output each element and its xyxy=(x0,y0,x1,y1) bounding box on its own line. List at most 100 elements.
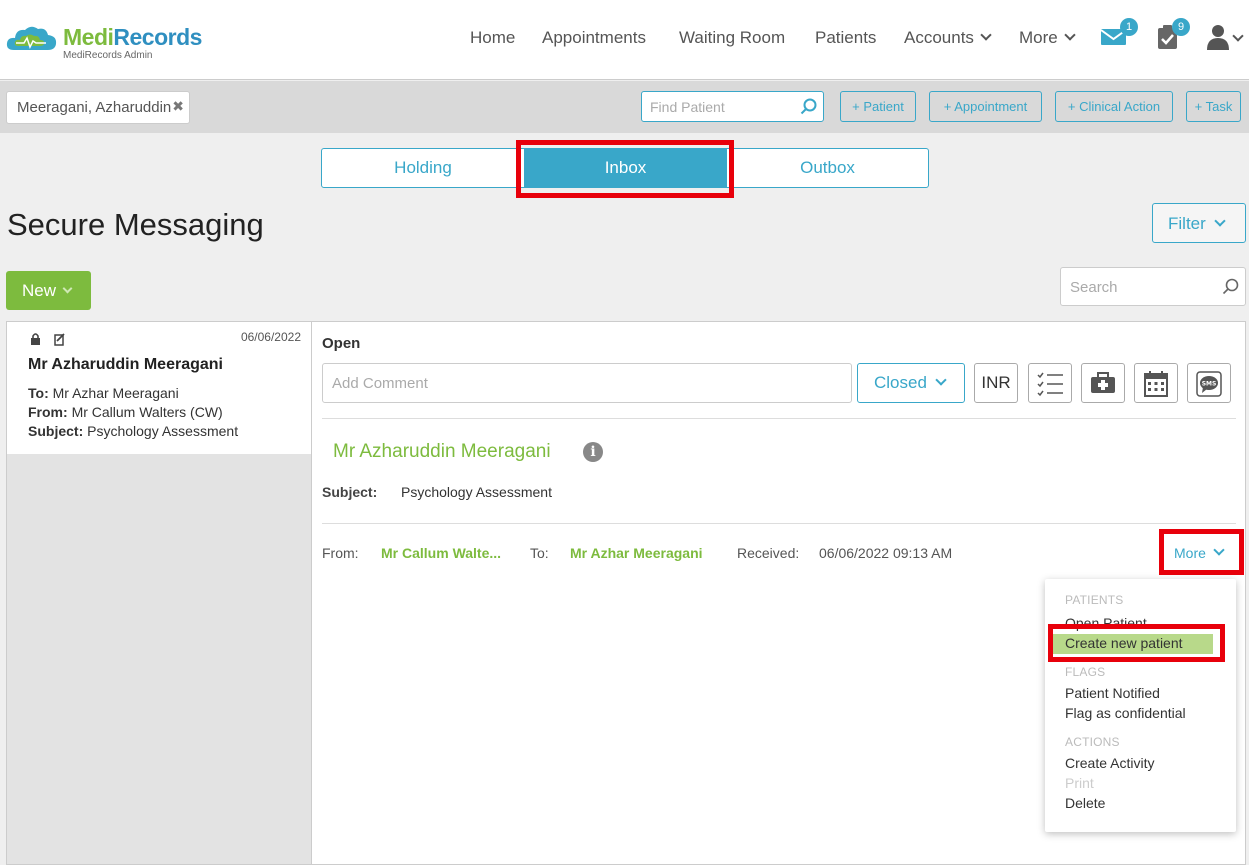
nav-home[interactable]: Home xyxy=(470,28,515,48)
add-comment-input[interactable]: Add Comment xyxy=(322,363,852,403)
new-label: New xyxy=(22,281,57,300)
inr-button[interactable]: INR xyxy=(974,363,1018,403)
chevron-down-icon xyxy=(62,283,73,294)
from-label: From: xyxy=(28,404,68,420)
add-clinical-action-button[interactable]: + Clinical Action xyxy=(1055,91,1173,122)
new-message-button[interactable]: New xyxy=(6,271,91,310)
user-menu[interactable] xyxy=(1207,24,1247,50)
search-icon xyxy=(1222,278,1239,295)
message-subject: Subject: Psychology Assessment xyxy=(28,423,238,439)
sender-name[interactable]: Mr Azharuddin Meeragani xyxy=(333,441,551,463)
calendar-icon xyxy=(1144,371,1168,397)
status-label: Open xyxy=(322,335,361,352)
to-value: Mr Azhar Meeragani xyxy=(52,385,179,401)
filter-button[interactable]: Filter xyxy=(1152,203,1246,243)
page-title: Secure Messaging xyxy=(7,207,264,242)
user-icon xyxy=(1207,25,1229,50)
find-patient-input[interactable]: Find Patient xyxy=(641,91,824,122)
add-appointment-button[interactable]: + Appointment xyxy=(929,91,1042,122)
detail-from-value[interactable]: Mr Callum Walte... xyxy=(381,545,501,561)
add-task-button[interactable]: + Task xyxy=(1186,91,1241,122)
medical-kit-button[interactable] xyxy=(1081,363,1125,403)
current-patient-name: Meeragani, Azharuddin xyxy=(17,99,172,116)
more-dropdown-menu: PATIENTS Open Patient Create new patient… xyxy=(1045,579,1236,832)
menu-delete[interactable]: Delete xyxy=(1065,795,1105,811)
cloud-logo-icon xyxy=(6,26,57,50)
brand-name: MediRecords xyxy=(63,24,202,50)
patient-bar: Meeragani, Azharuddin ✖ Find Patient + P… xyxy=(0,81,1249,133)
chevron-down-icon xyxy=(1213,544,1225,556)
message-from: From: Mr Callum Walters (CW) xyxy=(28,404,223,420)
menu-patient-notified[interactable]: Patient Notified xyxy=(1065,685,1160,701)
calendar-button[interactable] xyxy=(1134,363,1178,403)
message-date: 06/06/2022 xyxy=(240,330,301,344)
find-patient-placeholder: Find Patient xyxy=(650,99,725,115)
info-icon[interactable]: i xyxy=(583,442,603,462)
detail-to-label: To: xyxy=(530,545,549,561)
message-to: To: Mr Azhar Meeragani xyxy=(28,385,179,401)
divider xyxy=(322,418,1236,419)
list-item[interactable]: 06/06/2022 Mr Azharuddin Meeragani To: M… xyxy=(7,322,311,454)
to-label: To: xyxy=(28,385,49,401)
sms-button[interactable]: SMS xyxy=(1187,363,1231,403)
close-icon[interactable]: ✖ xyxy=(172,98,184,115)
nav-appointments[interactable]: Appointments xyxy=(542,28,646,48)
subject-value: Psychology Assessment xyxy=(87,423,239,439)
more-actions-button[interactable]: More xyxy=(1167,542,1235,568)
medical-kit-icon xyxy=(1091,372,1115,393)
checklist-icon xyxy=(1037,372,1063,397)
tab-inbox[interactable]: Inbox xyxy=(524,148,727,188)
detail-from-label: From: xyxy=(322,545,359,561)
status-dropdown-label: Closed xyxy=(874,373,927,392)
nav-patients[interactable]: Patients xyxy=(815,28,876,48)
message-search-input[interactable]: Search xyxy=(1060,267,1246,306)
subject-label: Subject: xyxy=(28,423,84,439)
received-label: Received: xyxy=(737,545,800,561)
tasks-badge: 9 xyxy=(1172,18,1190,36)
checklist-button[interactable] xyxy=(1028,363,1072,403)
svg-text:SMS: SMS xyxy=(1202,381,1217,388)
medirecords-logo[interactable]: MediRecords MediRecords Admin xyxy=(6,22,226,66)
menu-section-patients: PATIENTS xyxy=(1065,593,1124,607)
more-actions-label: More xyxy=(1174,545,1206,561)
current-patient-tab[interactable]: Meeragani, Azharuddin ✖ xyxy=(6,91,190,124)
menu-create-new-patient[interactable]: Create new patient xyxy=(1053,634,1213,654)
nav-accounts[interactable]: Accounts xyxy=(904,28,992,48)
add-patient-button[interactable]: + Patient xyxy=(840,91,916,122)
detail-to-value[interactable]: Mr Azhar Meeragani xyxy=(570,545,703,561)
menu-print: Print xyxy=(1065,775,1094,791)
menu-open-patient[interactable]: Open Patient xyxy=(1065,615,1147,631)
chevron-down-icon xyxy=(1214,215,1226,227)
lock-icon xyxy=(31,333,65,346)
chevron-down-icon xyxy=(1232,30,1244,42)
nav-more-label: More xyxy=(1019,28,1058,47)
message-list: 06/06/2022 Mr Azharuddin Meeragani To: M… xyxy=(6,321,312,865)
message-patient-name: Mr Azharuddin Meeragani xyxy=(28,356,223,373)
from-value: Mr Callum Walters (CW) xyxy=(71,404,223,420)
nav-accounts-label: Accounts xyxy=(904,28,974,47)
top-navbar: MediRecords MediRecords Admin Home Appoi… xyxy=(0,0,1249,80)
chevron-down-icon xyxy=(935,374,947,386)
menu-section-actions: ACTIONS xyxy=(1065,735,1120,749)
menu-create-activity[interactable]: Create Activity xyxy=(1065,755,1154,771)
detail-subject-label: Subject: xyxy=(322,484,378,500)
status-dropdown[interactable]: Closed xyxy=(857,363,965,403)
tab-holding[interactable]: Holding xyxy=(321,148,525,188)
messages-nav-button[interactable]: 1 xyxy=(1100,18,1138,50)
detail-subject-value: Psychology Assessment xyxy=(401,484,552,500)
menu-section-flags: FLAGS xyxy=(1065,665,1106,679)
search-placeholder: Search xyxy=(1070,279,1118,296)
messages-badge: 1 xyxy=(1120,18,1138,36)
menu-flag-confidential[interactable]: Flag as confidential xyxy=(1065,705,1186,721)
sms-icon: SMS xyxy=(1196,371,1222,397)
nav-waiting-room[interactable]: Waiting Room xyxy=(679,28,785,48)
divider xyxy=(322,523,1236,524)
tab-outbox[interactable]: Outbox xyxy=(726,148,929,188)
chevron-down-icon xyxy=(980,29,992,41)
received-value: 06/06/2022 09:13 AM xyxy=(819,545,953,561)
tasks-nav-button[interactable]: 9 xyxy=(1156,18,1190,50)
filter-label: Filter xyxy=(1168,214,1206,233)
nav-more[interactable]: More xyxy=(1019,28,1076,48)
chevron-down-icon xyxy=(1064,29,1076,41)
search-icon xyxy=(800,98,817,115)
